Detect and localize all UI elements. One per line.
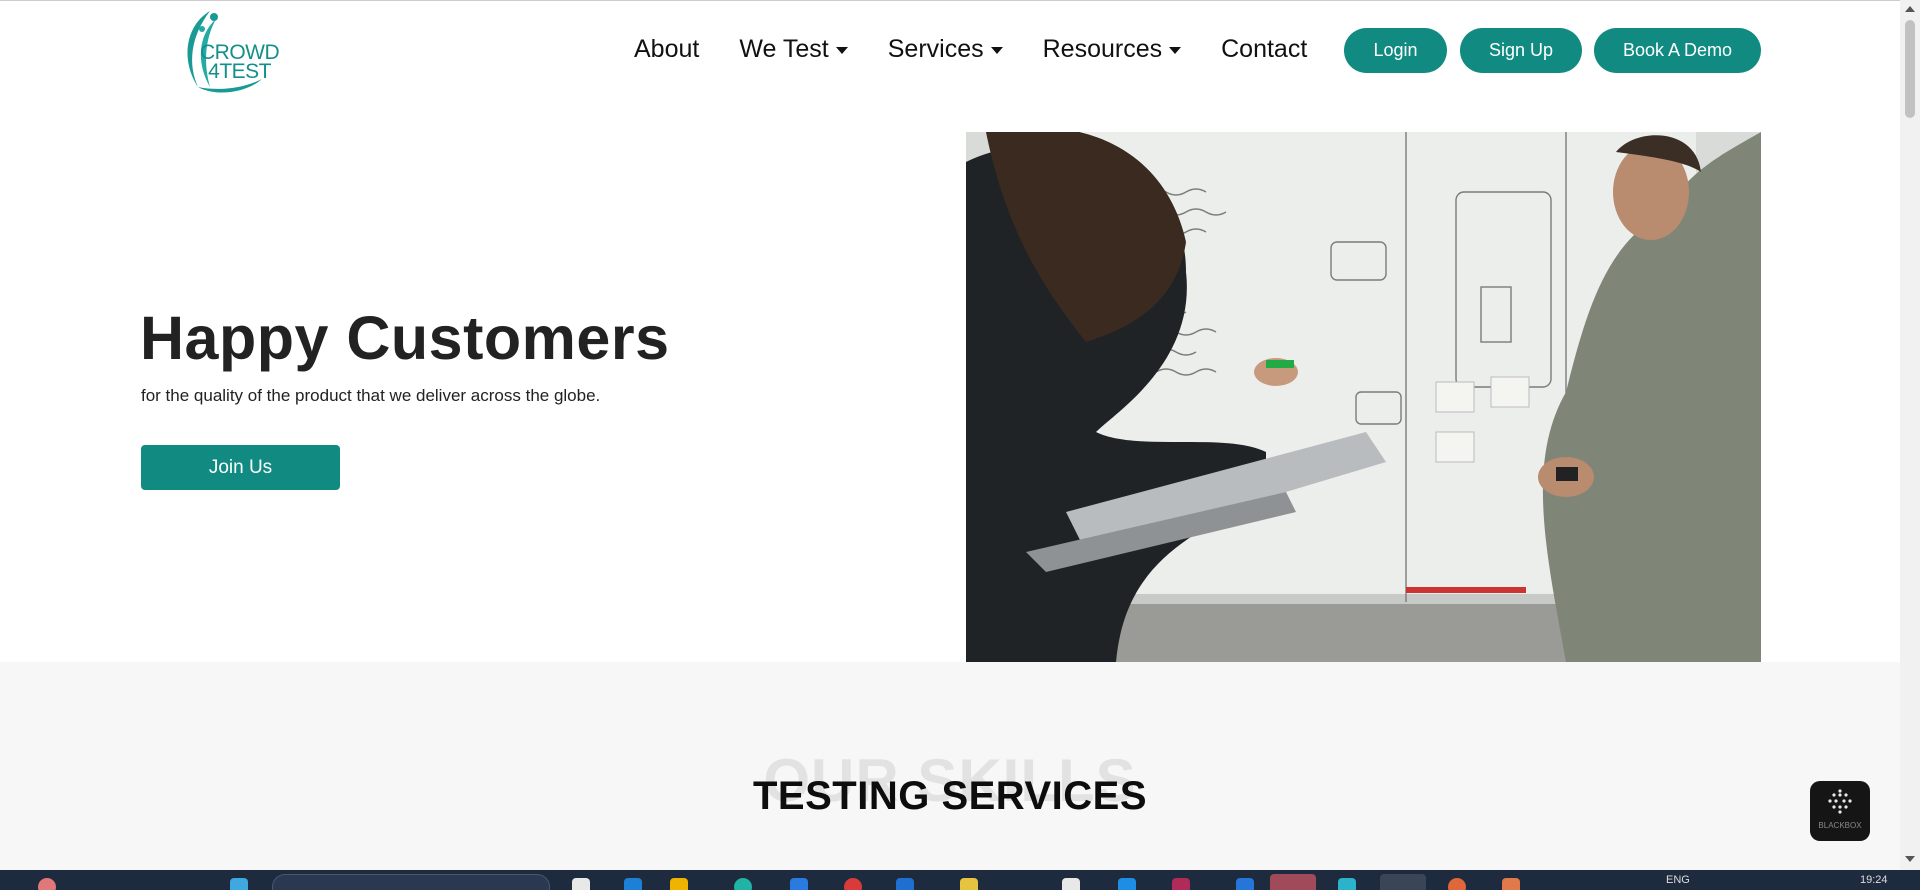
clock[interactable]: 19:24 — [1860, 874, 1888, 886]
hero-photo-illustration — [966, 132, 1761, 662]
app-icon[interactable] — [1502, 878, 1520, 890]
scroll-down-icon[interactable] — [1905, 856, 1915, 862]
nav-about[interactable]: About — [634, 35, 699, 64]
nav-resources-label: Resources — [1042, 35, 1163, 63]
join-us-button[interactable]: Join Us — [141, 445, 340, 490]
nav-contact[interactable]: Contact — [1221, 35, 1307, 64]
browser-viewport: CROWD 4TEST About We Test Services Resou… — [0, 0, 1900, 870]
caret-down-icon — [990, 47, 1003, 54]
hero-title: Happy Customers — [140, 304, 670, 372]
book-a-demo-button[interactable]: Book A Demo — [1594, 28, 1761, 73]
app-icon[interactable] — [1062, 878, 1080, 890]
os-taskbar: ENG 19:24 — [0, 870, 1920, 890]
blackbox-dots-icon — [1828, 789, 1852, 814]
start-windows-icon[interactable] — [230, 878, 248, 890]
logo-line-2: 4TEST — [208, 60, 271, 83]
app-icon[interactable] — [1118, 878, 1136, 890]
login-button[interactable]: Login — [1344, 28, 1447, 73]
vertical-scrollbar[interactable] — [1900, 0, 1920, 870]
skills-section: OUR SKILLS TESTING SERVICES — [0, 662, 1900, 870]
app-icon[interactable] — [1338, 878, 1356, 890]
main-nav: About We Test Services Resources Contact — [634, 35, 1347, 64]
app-icon[interactable] — [624, 878, 642, 890]
app-icon-active[interactable] — [1380, 874, 1426, 890]
logo-wordmark: CROWD 4TEST — [200, 42, 280, 83]
nav-contact-label: Contact — [1221, 35, 1308, 63]
taskbar-search-input[interactable] — [272, 874, 550, 890]
app-icon[interactable] — [1172, 878, 1190, 890]
sign-up-button[interactable]: Sign Up — [1460, 28, 1582, 73]
app-icon[interactable] — [1236, 878, 1254, 890]
app-icon[interactable] — [572, 878, 590, 890]
app-icon[interactable] — [960, 878, 978, 890]
skills-title: TESTING SERVICES — [752, 774, 1147, 818]
crowd4test-logo[interactable]: CROWD 4TEST — [176, 7, 284, 95]
site-header: CROWD 4TEST About We Test Services Resou… — [0, 1, 1900, 101]
scroll-thumb[interactable] — [1905, 20, 1915, 118]
folder-icon[interactable] — [670, 878, 688, 890]
language-indicator[interactable]: ENG — [1666, 874, 1690, 886]
app-icon-active[interactable] — [1270, 874, 1316, 890]
nav-resources[interactable]: Resources — [1043, 35, 1182, 64]
blackbox-widget-button[interactable]: BLACKBOX — [1810, 781, 1870, 841]
browser-icon[interactable] — [734, 878, 752, 890]
app-icon[interactable] — [1448, 878, 1466, 890]
app-icon[interactable] — [790, 878, 808, 890]
caret-down-icon — [1169, 47, 1182, 54]
app-icon[interactable] — [896, 878, 914, 890]
hero-subtitle: for the quality of the product that we d… — [141, 386, 601, 405]
nav-services-label: Services — [887, 35, 984, 63]
scroll-up-icon[interactable] — [1905, 6, 1915, 12]
nav-services[interactable]: Services — [888, 35, 1003, 64]
nav-about-label: About — [634, 35, 700, 63]
app-icon[interactable] — [844, 878, 862, 890]
blackbox-label: BLACKBOX — [1818, 821, 1862, 830]
hero-image — [966, 132, 1761, 662]
profile-icon[interactable] — [38, 878, 56, 890]
nav-we-test-label: We Test — [739, 35, 829, 63]
caret-down-icon — [835, 47, 848, 54]
nav-we-test[interactable]: We Test — [739, 35, 848, 64]
